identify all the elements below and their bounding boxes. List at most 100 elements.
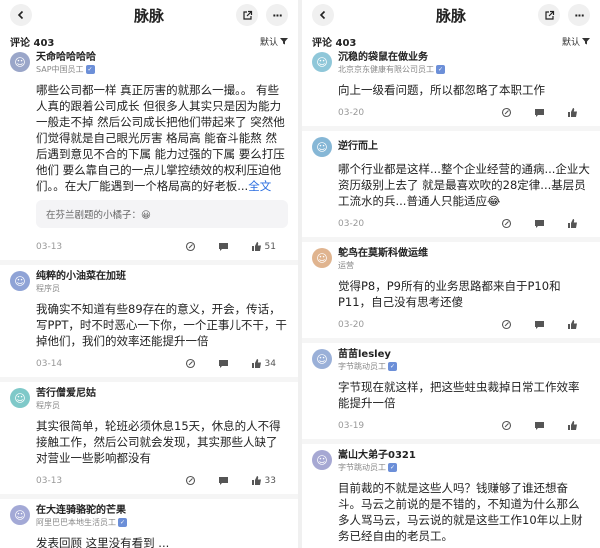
comment-item: ☺ 鸵鸟在莫斯科做运维 运营 觉得P8，P9所有的业务思路都来自于P10和P11… bbox=[302, 248, 600, 336]
back-button[interactable] bbox=[10, 4, 32, 26]
author-role: 程序员 bbox=[36, 401, 60, 410]
like-button[interactable]: 51 bbox=[251, 241, 276, 252]
author-role: SAP中国员工 ✓ bbox=[36, 65, 95, 74]
thumbs-up-icon bbox=[568, 108, 577, 117]
thumbs-up-icon bbox=[251, 359, 261, 368]
comment-date: 03-19 bbox=[338, 421, 365, 431]
verified-badge-icon: ✓ bbox=[118, 518, 127, 527]
comment-date: 03-14 bbox=[36, 359, 63, 369]
filter-icon bbox=[280, 38, 288, 45]
repost-button[interactable] bbox=[501, 218, 512, 229]
reply-button[interactable] bbox=[534, 218, 545, 229]
comment-text: 我确实不知道有些89存在的意义，开会，传话，写PPT，时不时恶心一下你，一个正事… bbox=[36, 302, 287, 348]
repost-icon bbox=[501, 218, 512, 229]
reply-button[interactable] bbox=[534, 319, 545, 330]
share-icon bbox=[544, 10, 554, 20]
author-name[interactable]: 纯粹的小油菜在加班 bbox=[36, 271, 126, 283]
filter-icon bbox=[582, 38, 590, 45]
author-name[interactable]: 逆行而上 bbox=[338, 141, 378, 153]
author-role: 北京京东健康有限公司员工 ✓ bbox=[338, 65, 445, 74]
repost-icon bbox=[185, 358, 195, 369]
avatar[interactable]: ☺ bbox=[10, 271, 30, 291]
author-name[interactable]: 苦行僧爱尼姑 bbox=[36, 388, 96, 400]
author-role: 程序员 bbox=[36, 284, 60, 293]
avatar[interactable]: ☺ bbox=[10, 52, 30, 72]
divider bbox=[302, 338, 600, 343]
like-button[interactable]: 34 bbox=[251, 358, 276, 369]
repost-icon bbox=[501, 420, 512, 431]
thumbs-up-icon bbox=[568, 219, 577, 228]
verified-badge-icon: ✓ bbox=[388, 463, 397, 472]
author-name[interactable]: 天命哈哈哈哈 bbox=[36, 52, 96, 64]
comment-item: ☺ 苗苗lesley 字节跳动员工 ✓ 字节现在就这样，把这些蛀虫裁掉日常工作效率… bbox=[302, 349, 600, 437]
quoted-reply[interactable]: 在芬兰剧题的小橘子：😀 bbox=[36, 200, 288, 228]
like-button[interactable] bbox=[567, 107, 578, 118]
sort-button[interactable]: 默认 bbox=[260, 35, 288, 48]
author-name[interactable]: 嵩山大弟子0321 bbox=[338, 450, 416, 462]
author-name[interactable]: 沉稳的袋鼠在做业务 bbox=[338, 52, 445, 64]
avatar[interactable]: ☺ bbox=[312, 137, 332, 157]
repost-button[interactable] bbox=[501, 420, 512, 431]
like-button[interactable]: 33 bbox=[251, 475, 276, 486]
more-button[interactable]: ··· bbox=[568, 4, 590, 26]
author-role: 字节跳动员工 ✓ bbox=[338, 463, 397, 472]
verified-badge-icon: ✓ bbox=[436, 65, 445, 74]
divider bbox=[0, 377, 298, 382]
sort-label: 默认 bbox=[561, 37, 580, 48]
comment-icon bbox=[535, 220, 544, 228]
repost-icon bbox=[185, 241, 195, 252]
right-panel: 脉脉 ··· 评论 403 默认 ☺ 沉稳的袋鼠在做业务 北京京东健康有限公司员… bbox=[302, 0, 600, 548]
repost-button[interactable] bbox=[185, 358, 196, 369]
repost-button[interactable] bbox=[185, 475, 196, 486]
expand-full-text-link[interactable]: 全文 bbox=[248, 179, 271, 193]
like-count: 51 bbox=[264, 241, 276, 252]
page-title: 脉脉 bbox=[133, 6, 164, 25]
reply-button[interactable] bbox=[534, 107, 545, 118]
author-name[interactable]: 苗苗lesley bbox=[338, 349, 397, 361]
author-name[interactable]: 鸵鸟在莫斯科做运维 bbox=[338, 248, 428, 260]
ellipsis-icon: ··· bbox=[574, 8, 585, 22]
comment-item: ☺ 纯粹的小油菜在加班 程序员 我确实不知道有些89存在的意义，开会，传话，写P… bbox=[0, 271, 298, 375]
avatar[interactable]: ☺ bbox=[312, 248, 332, 268]
comment-icon bbox=[535, 109, 544, 117]
thumbs-up-icon bbox=[251, 476, 261, 485]
comment-text: 哪些公司都一样 真正厉害的就那么一撮。。 有些人真的跟着公司成长 但很多人其实只… bbox=[36, 83, 285, 193]
author-role: 运营 bbox=[338, 261, 354, 270]
sort-label: 默认 bbox=[259, 37, 278, 48]
reply-button[interactable] bbox=[218, 358, 229, 369]
author-role: 字节跳动员工 ✓ bbox=[338, 362, 397, 371]
sort-button[interactable]: 默认 bbox=[562, 35, 590, 48]
comment-text: 哪个行业都是这样...整个企业经营的通病...企业大资历级别上去了 就是最喜欢吹… bbox=[338, 162, 590, 208]
avatar[interactable]: ☺ bbox=[312, 52, 332, 72]
reply-button[interactable] bbox=[534, 420, 545, 431]
verified-badge-icon: ✓ bbox=[85, 65, 95, 74]
author-name[interactable]: 在大连骑骆驼的芒果 bbox=[36, 505, 127, 517]
comment-text: 字节现在就这样，把这些蛀虫裁掉日常工作效率能提升一倍 bbox=[338, 380, 580, 410]
more-button[interactable]: ··· bbox=[266, 4, 288, 26]
repost-button[interactable] bbox=[501, 107, 512, 118]
avatar[interactable]: ☺ bbox=[10, 388, 30, 408]
repost-button[interactable] bbox=[185, 241, 196, 252]
repost-icon bbox=[185, 475, 195, 486]
avatar[interactable]: ☺ bbox=[10, 505, 30, 525]
comment-item: ☺ 逆行而上 哪个行业都是这样...整个企业经营的通病...企业大资历级别上去了… bbox=[302, 137, 600, 235]
reply-button[interactable] bbox=[218, 475, 229, 486]
divider bbox=[302, 439, 600, 444]
chevron-left-icon bbox=[17, 10, 24, 20]
repost-button[interactable] bbox=[501, 319, 512, 330]
share-button[interactable] bbox=[538, 4, 560, 26]
divider bbox=[0, 260, 298, 265]
like-button[interactable] bbox=[567, 218, 578, 229]
reply-button[interactable] bbox=[218, 241, 229, 252]
left-panel: 脉脉 ··· 评论 403 默认 ☺ 天命哈哈哈哈 SAP中国员工 ✓ 哪些公司都… bbox=[0, 0, 298, 548]
divider bbox=[0, 494, 298, 499]
avatar[interactable]: ☺ bbox=[312, 349, 332, 369]
comment-icon bbox=[535, 321, 544, 329]
comment-item: ☺ 沉稳的袋鼠在做业务 北京京东健康有限公司员工 ✓ 向上一级看问题，所以都忽略了… bbox=[302, 52, 600, 124]
comment-date: 03-20 bbox=[338, 219, 365, 229]
like-button[interactable] bbox=[567, 319, 578, 330]
avatar[interactable]: ☺ bbox=[312, 450, 332, 470]
back-button[interactable] bbox=[312, 4, 334, 26]
share-button[interactable] bbox=[236, 4, 258, 26]
like-button[interactable] bbox=[567, 420, 578, 431]
